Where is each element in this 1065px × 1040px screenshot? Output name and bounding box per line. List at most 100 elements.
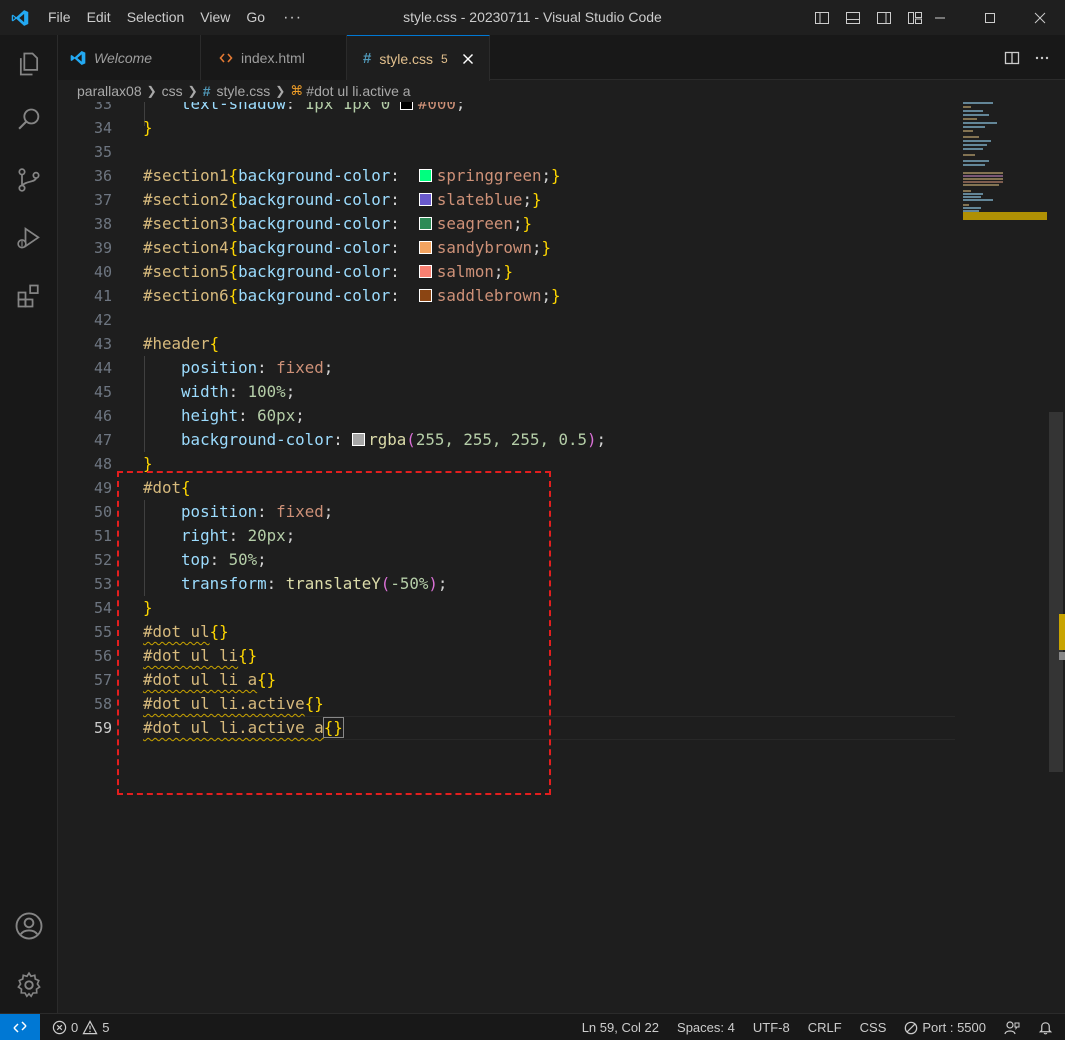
line-number: 40 — [93, 263, 112, 281]
maximize-icon[interactable] — [965, 0, 1015, 35]
vertical-scrollbar[interactable] — [1049, 412, 1063, 772]
warning-ruler-mark — [1059, 614, 1065, 650]
line-number: 52 — [93, 551, 112, 569]
chevron-right-icon: ❯ — [146, 84, 157, 98]
toggle-secondary-sidebar-icon[interactable] — [868, 0, 899, 35]
menu-view[interactable]: View — [192, 0, 238, 35]
html-icon — [219, 51, 233, 65]
line-number: 44 — [93, 359, 112, 377]
minimap[interactable] — [963, 102, 1053, 232]
color-swatch[interactable] — [352, 433, 366, 446]
toggle-primary-sidebar-icon[interactable] — [806, 0, 837, 35]
error-icon — [52, 1020, 67, 1034]
manage-gear-icon[interactable] — [0, 960, 58, 1010]
line-number: 34 — [93, 119, 112, 137]
close-window-icon[interactable] — [1015, 0, 1065, 35]
close-icon[interactable] — [458, 49, 478, 69]
color-swatch[interactable] — [418, 289, 432, 302]
code-line-54: } — [143, 598, 153, 617]
code-area[interactable]: text-shadow: 1px 1px 0 #000; } #section1… — [143, 102, 1013, 1013]
extensions-icon[interactable] — [0, 271, 58, 321]
vscode-logo-icon — [0, 0, 40, 35]
code-line-59: #dot ul li.active a{} — [143, 717, 344, 738]
breadcrumb-folder[interactable]: parallax08 — [77, 83, 142, 99]
notifications-bell-icon[interactable] — [1029, 1020, 1065, 1035]
menu-go[interactable]: Go — [238, 0, 273, 35]
line-number: 47 — [93, 431, 112, 449]
code-line-43: #header{ — [143, 334, 220, 353]
explorer-icon[interactable] — [0, 39, 58, 89]
code-line-39: #section4{background-color: sandybrown;} — [143, 238, 551, 257]
feedback-icon[interactable] — [995, 1020, 1029, 1036]
error-count: 0 — [71, 1019, 79, 1035]
line-number: 45 — [93, 383, 112, 401]
code-line-47: background-color: rgba(255, 255, 255, 0.… — [181, 430, 607, 449]
code-line-45: width: 100%; — [181, 382, 296, 401]
menu-more[interactable]: ··· — [273, 0, 312, 35]
search-icon[interactable] — [0, 95, 58, 145]
warning-icon — [82, 1019, 98, 1034]
encoding[interactable]: UTF-8 — [744, 1014, 799, 1040]
indentation[interactable]: Spaces: 4 — [668, 1014, 744, 1040]
more-actions-icon[interactable] — [1027, 43, 1057, 73]
warning-count: 5 — [102, 1019, 110, 1035]
window-controls — [915, 0, 1065, 35]
symbol-selector-icon: ⌘ — [290, 83, 304, 98]
color-swatch[interactable] — [418, 217, 432, 230]
toggle-panel-icon[interactable] — [837, 0, 868, 35]
tab-index-html[interactable]: index.html — [201, 35, 347, 80]
color-swatch[interactable] — [418, 169, 432, 182]
line-number: 56 — [93, 647, 112, 665]
source-control-icon[interactable] — [0, 155, 58, 205]
cursor-ruler-mark — [1059, 652, 1065, 660]
code-line-55: #dot ul{} — [143, 622, 229, 641]
line-number: 46 — [93, 407, 112, 425]
line-number: 37 — [93, 191, 112, 209]
problems-badge: 5 — [441, 51, 448, 66]
code-line-46: height: 60px; — [181, 406, 305, 425]
line-number: 35 — [93, 143, 112, 161]
breadcrumb-subfolder[interactable]: css — [162, 83, 183, 99]
tab-welcome[interactable]: Welcome — [58, 35, 201, 80]
code-editor[interactable]: 33 34 35 36 37 38 39 40 41 42 43 44 45 46 47 48 49 50 51 52… — [58, 102, 1065, 1013]
no-entry-icon — [905, 1021, 918, 1034]
chevron-right-icon: ❯ — [275, 84, 286, 98]
color-swatch[interactable] — [418, 193, 432, 206]
line-number: 48 — [93, 455, 112, 473]
title-bar: File Edit Selection View Go ··· style.cs… — [0, 0, 1065, 35]
menu-selection[interactable]: Selection — [119, 0, 193, 35]
live-server-port[interactable]: Port : 5500 — [895, 1014, 995, 1040]
menu-edit[interactable]: Edit — [79, 0, 119, 35]
problems-indicator[interactable]: 0 5 — [52, 1020, 109, 1035]
code-line-38: #section3{background-color: seagreen;} — [143, 214, 532, 233]
line-number: 38 — [93, 215, 112, 233]
split-editor-icon[interactable] — [997, 43, 1027, 73]
remote-icon[interactable] — [0, 1013, 40, 1040]
line-number: 39 — [93, 239, 112, 257]
breadcrumb: parallax08 ❯ css ❯ # style.css ❯ ⌘ #dot … — [58, 80, 1065, 102]
cursor-position[interactable]: Ln 59, Col 22 — [573, 1014, 668, 1040]
language-mode[interactable]: CSS — [851, 1014, 896, 1040]
line-number: 42 — [93, 311, 112, 329]
minimize-icon[interactable] — [915, 0, 965, 35]
color-swatch[interactable] — [418, 241, 432, 254]
line-number: 33 — [93, 102, 112, 113]
tab-label: style.css — [379, 50, 434, 67]
breadcrumb-symbol[interactable]: #dot ul li.active a — [306, 83, 410, 99]
color-swatch[interactable] — [418, 265, 432, 278]
end-of-line[interactable]: CRLF — [799, 1014, 851, 1040]
tab-style-css[interactable]: # style.css 5 — [347, 35, 490, 81]
line-number-gutter: 33 34 35 36 37 38 39 40 41 42 43 44 45 46 47 48 49 50 51 52… — [58, 102, 118, 1013]
line-number: 50 — [93, 503, 112, 521]
breadcrumb-file[interactable]: style.css — [217, 83, 271, 99]
tab-label: index.html — [241, 49, 305, 66]
accounts-icon[interactable] — [0, 901, 58, 951]
code-line-41: #section6{background-color: saddlebrown;… — [143, 286, 561, 305]
menu-file[interactable]: File — [40, 0, 79, 35]
run-debug-icon[interactable] — [0, 213, 58, 263]
code-line-44: position: fixed; — [181, 358, 334, 377]
code-line-36: #section1{background-color: springgreen;… — [143, 166, 561, 185]
line-number: 58 — [93, 695, 112, 713]
line-number: 51 — [93, 527, 112, 545]
layout-controls — [806, 0, 930, 35]
